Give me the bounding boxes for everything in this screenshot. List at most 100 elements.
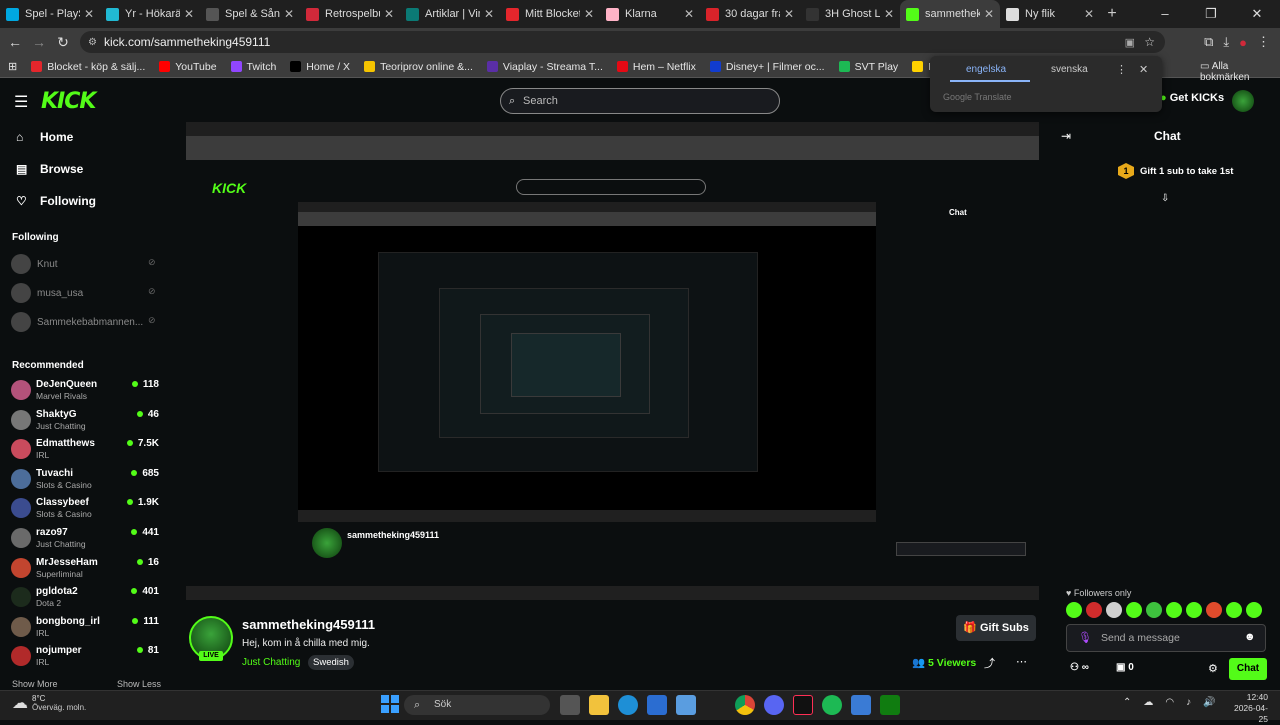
nav-following[interactable]: ♡ Following: [16, 194, 96, 208]
apps-icon[interactable]: ⊞: [8, 60, 17, 73]
following-item[interactable]: Sammekebabmannen... ⊘: [11, 312, 156, 332]
chat-users-infinite[interactable]: ⚇ ∞: [1070, 662, 1089, 673]
browser-tab[interactable]: Spel - PlayStati ✕: [0, 0, 100, 28]
tab-close-icon[interactable]: ✕: [284, 7, 294, 21]
tray-chevron-icon[interactable]: ⌃: [1123, 697, 1131, 708]
reload-icon[interactable]: ↻: [51, 34, 75, 51]
emote-icon[interactable]: [1186, 602, 1202, 618]
browser-tab[interactable]: Artiklar | Vinte ✕: [400, 0, 500, 28]
weather-widget[interactable]: ☁ 8°C Överväg. moln.: [12, 693, 86, 713]
chat-message-input[interactable]: Send a message: [1066, 624, 1266, 652]
volume-icon[interactable]: 🔊: [1203, 697, 1215, 708]
chat-send-button[interactable]: Chat: [1229, 658, 1267, 680]
xbox-icon[interactable]: [880, 695, 900, 715]
search-input[interactable]: ⌕ Search: [500, 88, 780, 114]
microphone-tray-icon[interactable]: ♪: [1186, 697, 1191, 708]
emote-icon[interactable]: [1146, 602, 1162, 618]
recommended-channel[interactable]: Classybeef Slots & Casino 1.9K: [11, 495, 171, 523]
tab-close-icon[interactable]: ✕: [184, 7, 194, 21]
photos-icon[interactable]: [851, 695, 871, 715]
nav-browse[interactable]: ▤ Browse: [16, 162, 83, 176]
gift-leaderboard-prompt[interactable]: 1 Gift 1 sub to take 1st: [1118, 163, 1233, 179]
tab-close-icon[interactable]: ✕: [884, 7, 894, 21]
browser-tab[interactable]: Yr - Hökaränge ✕: [100, 0, 200, 28]
emote-icon[interactable]: [1246, 602, 1262, 618]
recommended-channel[interactable]: ShaktyG Just Chatting 46: [11, 407, 171, 435]
user-avatar[interactable]: [1232, 90, 1254, 112]
menu-icon[interactable]: ⋮: [1257, 34, 1270, 50]
bookmark-item[interactable]: Twitch: [230, 61, 276, 73]
browser-tab[interactable]: Spel & Sånt: TV ✕: [200, 0, 300, 28]
hamburger-menu-icon[interactable]: ☰: [14, 92, 28, 112]
browser-tab[interactable]: Mitt Blocket | B ✕: [500, 0, 600, 28]
extensions-icon[interactable]: ⧉: [1204, 34, 1213, 50]
tab-close-icon[interactable]: ✕: [584, 7, 594, 21]
bookmark-star-icon[interactable]: ☆: [1144, 35, 1155, 49]
translate-close-icon[interactable]: ✕: [1139, 63, 1148, 76]
mail-icon[interactable]: [647, 695, 667, 715]
stream-category[interactable]: Just Chatting: [242, 657, 300, 668]
chat-coins[interactable]: ▣ 0: [1116, 662, 1134, 673]
video-player[interactable]: KICK sammetheking459111 Chat: [186, 122, 1039, 600]
browser-tab[interactable]: Klarna ✕: [600, 0, 700, 28]
tab-close-icon[interactable]: ✕: [984, 7, 994, 21]
show-less-button[interactable]: Show Less: [117, 679, 161, 689]
recommended-channel[interactable]: nojumper IRL 81: [11, 643, 171, 671]
emote-icon[interactable]: [1066, 602, 1082, 618]
maximize-button[interactable]: ❐: [1188, 0, 1234, 28]
minimize-button[interactable]: –: [1142, 0, 1188, 28]
bookmark-item[interactable]: SVT Play: [838, 61, 898, 73]
following-item[interactable]: musa_usa ⊘: [11, 283, 156, 303]
pinned-expand-icon[interactable]: ⇩: [1161, 193, 1169, 204]
system-clock[interactable]: 12:40 2026-04-25: [1226, 692, 1268, 725]
bookmark-item[interactable]: YouTube: [159, 61, 217, 73]
browser-tab[interactable]: 3H Ghost Lives ✕: [800, 0, 900, 28]
forward-icon[interactable]: →: [27, 34, 51, 50]
browser-tab[interactable]: Ny flik ✕: [1000, 0, 1100, 28]
browser-tab[interactable]: 30 dagar från a ✕: [700, 0, 800, 28]
tab-close-icon[interactable]: ✕: [384, 7, 394, 21]
bookmark-item[interactable]: Disney+ | Filmer oc...: [709, 61, 825, 73]
emote-icon[interactable]: [1106, 602, 1122, 618]
site-info-icon[interactable]: ⚙: [88, 37, 97, 48]
stream-tag[interactable]: Swedish: [308, 655, 354, 670]
download-icon[interactable]: ⤓: [1223, 34, 1229, 50]
tab-close-icon[interactable]: ✕: [784, 7, 794, 21]
spotify-icon[interactable]: [822, 695, 842, 715]
chat-settings-icon[interactable]: ⚙: [1208, 662, 1218, 675]
translate-lang-swedish[interactable]: svenska: [1051, 64, 1088, 75]
address-bar[interactable]: ⚙ kick.com/sammetheking459111 ▣ ☆: [80, 31, 1165, 53]
emote-icon[interactable]: [1086, 602, 1102, 618]
profile-icon[interactable]: ●: [1239, 35, 1247, 50]
emote-icon[interactable]: [1126, 602, 1142, 618]
translate-icon[interactable]: ▣: [1125, 36, 1135, 49]
bookmark-item[interactable]: Home / X: [290, 61, 350, 73]
kick-logo[interactable]: KICK: [41, 89, 96, 114]
more-options-icon[interactable]: ⋯: [1016, 655, 1027, 668]
recommended-channel[interactable]: Edmatthews IRL 7.5K: [11, 436, 171, 464]
recommended-channel[interactable]: razo97 Just Chatting 441: [11, 525, 171, 553]
tab-close-icon[interactable]: ✕: [1084, 7, 1094, 21]
translate-menu-icon[interactable]: ⋮: [1116, 63, 1127, 76]
recommended-channel[interactable]: DeJenQueen Marvel Rivals 118: [11, 377, 171, 405]
bookmark-item[interactable]: Teoriprov online &...: [364, 61, 473, 73]
following-item[interactable]: Knut ⊘: [11, 254, 156, 274]
recommended-channel[interactable]: Tuvachi Slots & Casino 685: [11, 466, 171, 494]
emote-icon[interactable]: [1226, 602, 1242, 618]
recommended-channel[interactable]: pgldota2 Dota 2 401: [11, 584, 171, 612]
get-kicks-button[interactable]: ● Get KICKs: [1160, 92, 1224, 104]
bookmark-item[interactable]: Viaplay - Streama T...: [486, 61, 603, 73]
browser-tab[interactable]: Retrospelbutik ✕: [300, 0, 400, 28]
task-view-icon[interactable]: [560, 695, 580, 715]
nav-home[interactable]: ⌂ Home: [16, 130, 73, 144]
streamer-name[interactable]: sammetheking459111: [242, 617, 375, 632]
bookmark-item[interactable]: Hem – Netflix: [616, 61, 696, 73]
emote-icon[interactable]: [1166, 602, 1182, 618]
bookmark-item[interactable]: Blocket - köp & sälj...: [31, 61, 145, 73]
recommended-channel[interactable]: bongbong_irl IRL 111: [11, 614, 171, 642]
close-window-button[interactable]: ✕: [1234, 0, 1280, 28]
microphone-icon[interactable]: 🎙: [1078, 631, 1092, 644]
edge-icon[interactable]: [618, 695, 638, 715]
emoji-icon[interactable]: ☻: [1244, 631, 1256, 643]
taskbar-search[interactable]: ⌕ Sök: [404, 695, 550, 715]
